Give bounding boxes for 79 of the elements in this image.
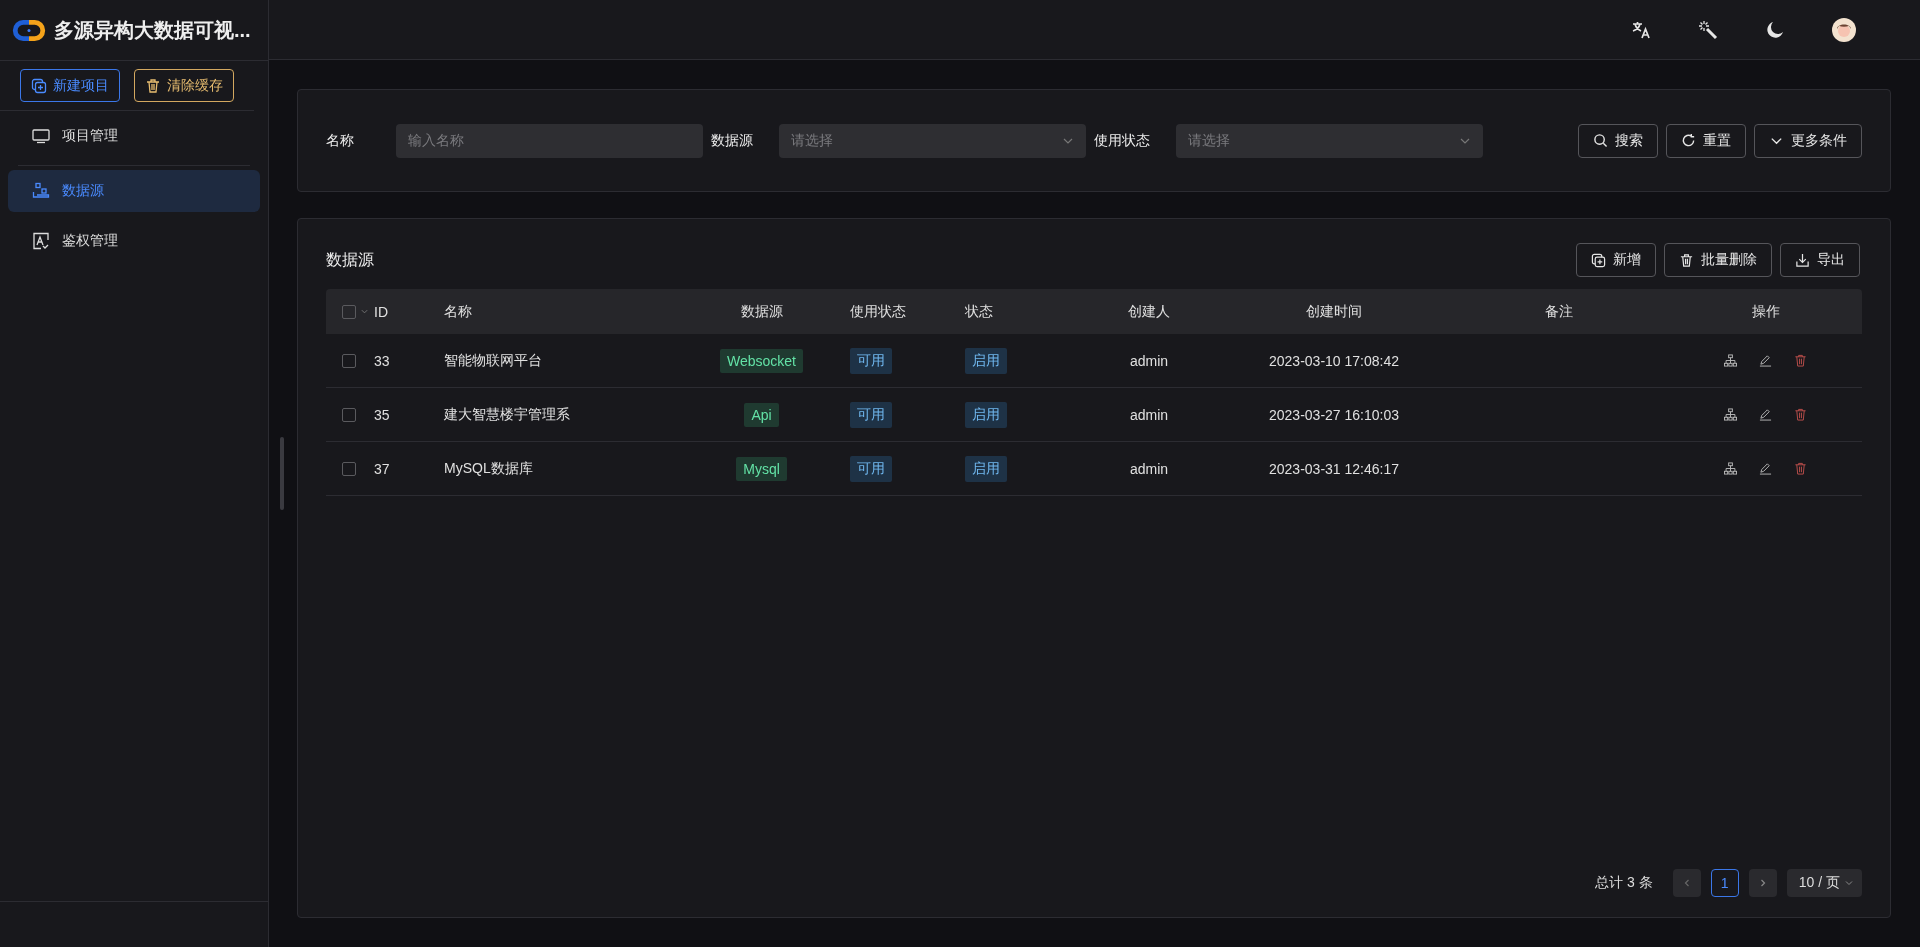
export-button[interactable]: 导出	[1780, 243, 1860, 277]
edit-icon[interactable]	[1759, 462, 1772, 475]
refresh-icon	[1681, 133, 1696, 148]
delete-icon[interactable]	[1794, 354, 1807, 367]
search-button[interactable]: 搜索	[1578, 123, 1658, 158]
sidebar-item[interactable]: 数据源	[8, 170, 260, 212]
chevron-down-icon[interactable]	[360, 307, 369, 316]
hierarchy-icon[interactable]	[1724, 462, 1737, 475]
add-icon	[1591, 252, 1606, 268]
column-header: 创建时间	[1306, 302, 1362, 321]
batch-delete-button[interactable]: 批量删除	[1664, 243, 1772, 277]
source-tag: Api	[744, 402, 779, 427]
app-title: 多源异构大数据可视...	[54, 17, 251, 43]
search-icon	[1593, 133, 1608, 148]
usage-tag: 可用	[850, 401, 892, 428]
table-cell: 37	[374, 460, 390, 477]
table-cell: 33	[374, 352, 390, 369]
edit-icon[interactable]	[1759, 354, 1772, 367]
status-tag: 启用	[965, 401, 1007, 428]
column-header: ID	[374, 303, 388, 320]
datasource-icon	[32, 182, 50, 200]
clear-cache-button[interactable]: 清除缓存	[134, 69, 234, 102]
row-checkbox[interactable]	[342, 353, 356, 368]
column-header: 状态	[965, 302, 993, 321]
field-label: 使用状态	[1094, 131, 1150, 150]
column-header: 数据源	[740, 302, 783, 321]
delete-icon[interactable]	[1794, 462, 1807, 475]
source-tag: Websocket	[720, 348, 803, 373]
total-count: 总计 3 条	[1595, 874, 1653, 892]
reset-button[interactable]: 重置	[1666, 123, 1746, 158]
more-filters-button[interactable]: 更多条件	[1754, 123, 1862, 158]
trash-icon	[145, 77, 161, 94]
sidebar-item[interactable]: 鉴权管理	[8, 220, 260, 262]
row-checkbox[interactable]	[342, 407, 356, 422]
row-checkbox[interactable]	[342, 461, 356, 476]
table-cell: 2023-03-31 12:46:17	[1269, 460, 1399, 477]
column-header: 备注	[1545, 302, 1573, 321]
moon-icon[interactable]	[1765, 19, 1785, 40]
font-check-icon	[32, 232, 50, 250]
column-header: 使用状态	[850, 302, 906, 321]
new-project-button[interactable]: 新建项目	[20, 69, 120, 102]
select-all-checkbox[interactable]	[342, 304, 356, 319]
translate-icon[interactable]	[1631, 19, 1651, 40]
avatar-icon[interactable]	[1832, 17, 1856, 42]
trash-icon	[1679, 252, 1694, 268]
source-tag: Mysql	[736, 456, 787, 481]
table-cell: 35	[374, 406, 390, 423]
table-cell: MySQL数据库	[444, 459, 533, 478]
add-button[interactable]: 新增	[1576, 243, 1656, 277]
resize-handle[interactable]	[280, 437, 284, 510]
status-tag: 启用	[965, 455, 1007, 482]
download-icon	[1795, 252, 1810, 268]
add-icon	[31, 77, 47, 94]
table-cell: admin	[1129, 460, 1169, 477]
table-cell: 2023-03-27 16:10:03	[1269, 406, 1399, 423]
magic-wand-icon[interactable]	[1698, 19, 1718, 40]
column-header: 创建人	[1128, 302, 1170, 321]
table-cell: 建大智慧楼宇管理系	[444, 405, 570, 424]
table-cell: 智能物联网平台	[444, 351, 542, 370]
page-button[interactable]: 1	[1710, 869, 1739, 897]
column-header: 操作	[1751, 302, 1780, 321]
column-header: 名称	[444, 302, 472, 321]
hierarchy-icon[interactable]	[1724, 354, 1737, 367]
table-cell: admin	[1129, 406, 1169, 423]
table-cell: admin	[1129, 352, 1169, 369]
table-title: 数据源	[326, 249, 374, 270]
table-cell: 2023-03-10 17:08:42	[1269, 352, 1399, 369]
sidebar-item[interactable]: 项目管理	[8, 115, 260, 157]
status-tag: 启用	[965, 347, 1007, 374]
field-label: 数据源	[711, 131, 753, 150]
field-label: 名称	[326, 131, 354, 150]
delete-icon[interactable]	[1794, 408, 1807, 421]
page-size-select[interactable]: 10 / 页	[1786, 869, 1862, 897]
edit-icon[interactable]	[1759, 408, 1772, 421]
chevron-down-icon	[1844, 878, 1854, 888]
hierarchy-icon[interactable]	[1724, 408, 1737, 421]
monitor-icon	[32, 127, 50, 145]
usage-tag: 可用	[850, 347, 892, 374]
usage-tag: 可用	[850, 455, 892, 482]
